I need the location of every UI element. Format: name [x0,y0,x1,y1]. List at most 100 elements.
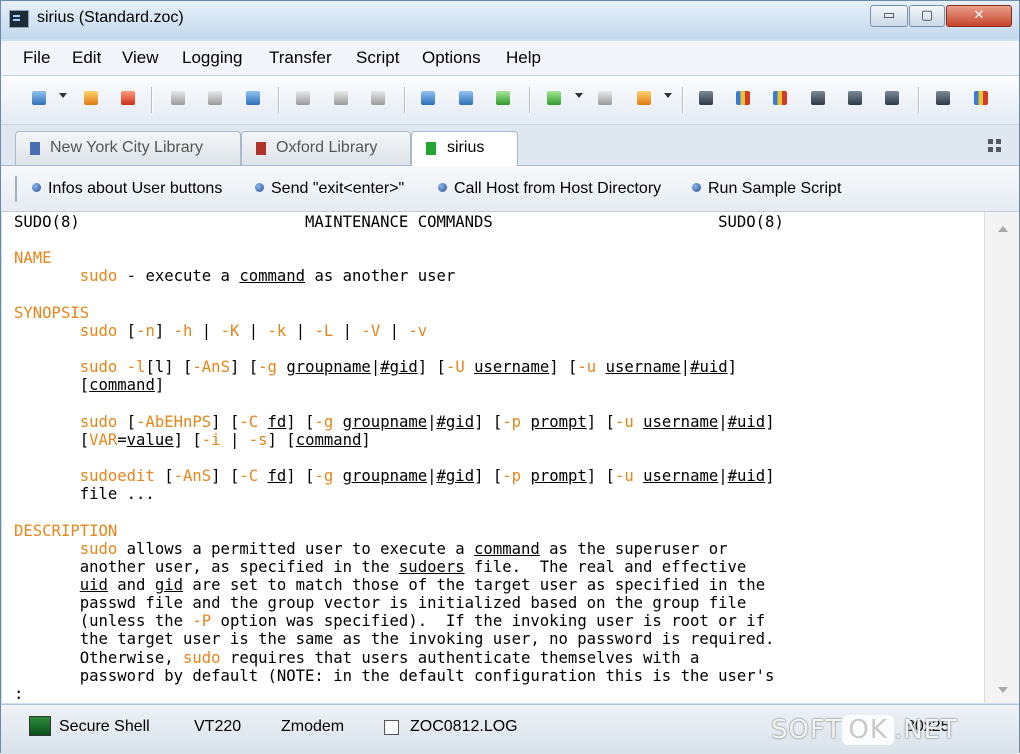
toolbar-separator [918,87,920,113]
status-emulation[interactable]: VT220 [194,718,241,736]
watermark-box: OK [842,715,894,745]
terminal-settings-icon[interactable] [731,86,755,110]
tab-sirius[interactable]: sirius [411,131,518,166]
menu-edit[interactable]: Edit [72,48,101,68]
colors-icon[interactable] [768,86,792,110]
terminal-line: : [14,684,24,703]
close-session-icon[interactable] [203,86,227,110]
session-icon [426,142,436,155]
user-button-infos[interactable]: Infos about User buttons [32,180,222,198]
watermark-prefix: SOFT [771,715,843,745]
menu-help[interactable]: Help [506,48,541,68]
menu-script[interactable]: Script [356,48,399,68]
bullet-icon [32,183,41,192]
menu-transfer[interactable]: Transfer [269,48,332,68]
terminal-screen[interactable]: SUDO(8) MAINTENANCE COMMANDS SUDO(8) NAME… [2,212,984,703]
watermark-suffix: .NET [893,715,958,745]
terminal-line: sudoedit [-AnS] [-C fd] [-g groupname|#g… [79,467,775,486]
close-button[interactable]: ✕ [946,5,1012,27]
user-button-call-host[interactable]: Call Host from Host Directory [438,180,661,198]
upload-icon[interactable] [454,86,478,110]
status-transfer-protocol[interactable]: Zmodem [281,718,344,736]
user-button-label: Run Sample Script [708,180,842,197]
status-log-file[interactable]: ZOC0812.LOG [410,718,518,736]
tab-label: New York City Library [50,139,203,156]
user-button-bar: Infos about User buttons Send "exit<ente… [1,166,1019,212]
user-button-run-sample-script[interactable]: Run Sample Script [692,180,841,198]
user-button-send-exit[interactable]: Send "exit<enter>" [255,180,404,198]
printer-icon[interactable] [366,86,390,110]
user-button-label: Call Host from Host Directory [454,180,662,197]
grip-handle[interactable] [15,176,17,202]
maximize-button[interactable]: ▢ [909,5,945,27]
menu-options[interactable]: Options [422,48,481,68]
scroll-up-arrow-icon[interactable] [998,226,1008,232]
session-list-icon[interactable] [241,86,265,110]
emulation-settings-icon[interactable] [880,86,904,110]
scroll-down-arrow-icon[interactable] [998,687,1008,693]
toolbar [1,76,1019,125]
host-directory-icon[interactable] [79,86,103,110]
title-bar[interactable]: sirius (Standard.zoc) ▭ ▢ ✕ [1,1,1019,39]
stop-icon[interactable] [593,86,617,110]
toolbar-separator [278,87,280,113]
logging-checkbox[interactable] [384,720,399,735]
terminal-line: sudo [-AbEHnPS] [-C fd] [-g groupname|#g… [79,412,775,431]
terminal-line: sudo allows a permitted user to execute … [79,539,728,558]
keyboard-icon[interactable] [806,86,830,110]
edit-script-icon[interactable] [632,86,656,110]
session-tab-bar: New York City Library Oxford Library sir… [1,125,1019,166]
file-transfer-settings-icon[interactable] [843,86,867,110]
terminal-line: sudo -l[l] [-AnS] [-g groupname|#gid] [-… [79,358,738,377]
transfer-icon[interactable] [491,86,515,110]
session-profile-icon[interactable] [694,86,718,110]
connect-icon[interactable] [27,86,51,110]
connect-dropdown-arrow-icon[interactable] [59,93,67,98]
toolbar-separator [404,87,406,113]
terminal-line: SUDO(8) MAINTENANCE COMMANDS SUDO(8) [14,213,784,231]
terminal-app-icon[interactable] [9,10,29,28]
tab-oxford-library[interactable]: Oxford Library [241,131,411,165]
edit-script-dropdown-arrow-icon[interactable] [664,93,672,98]
session-icon [256,142,266,155]
options-icon[interactable] [931,86,955,110]
menu-file[interactable]: File [23,48,50,68]
tab-label: Oxford Library [276,139,378,156]
status-connection-type[interactable]: Secure Shell [59,718,150,736]
tab-overview-grid-icon[interactable] [988,139,1001,152]
vertical-scrollbar[interactable] [984,212,1019,703]
terminal-line: SYNOPSIS [14,303,90,322]
copy-icon[interactable] [291,86,315,110]
paste-icon[interactable] [329,86,353,110]
terminal-line: another user, as specified in the sudoer… [14,557,747,576]
terminal-line: Otherwise, sudo requires that users auth… [14,648,700,667]
terminal-line: uid and gid are set to match those of th… [79,576,766,594]
menu-view[interactable]: View [122,48,159,68]
menu-bar: File Edit View Logging Transfer Script O… [1,41,1019,76]
terminal-line: NAME [14,249,52,268]
toolbar-separator [529,87,531,113]
run-script-dropdown-arrow-icon[interactable] [575,93,583,98]
terminal-line: [command] [14,376,165,395]
bullet-icon [438,183,447,192]
terminal-line: the target user is the same as the invok… [14,630,775,649]
toolbar-separator [682,87,684,113]
secure-shell-icon [29,716,51,736]
terminal-line: password by default (NOTE: in the defaul… [14,666,775,685]
terminal-line: sudo - execute a command as another user [79,267,456,286]
print-screen-icon[interactable] [166,86,190,110]
menu-logging[interactable]: Logging [182,48,243,68]
watermark-logo: SOFT OK .NET [771,715,958,745]
app-window: sirius (Standard.zoc) ▭ ▢ ✕ File Edit Vi… [0,0,1020,754]
run-script-icon[interactable] [542,86,566,110]
user-button-label: Infos about User buttons [48,180,223,197]
status-bar: Secure Shell VT220 Zmodem ZOC0812.LOG 80… [1,704,1019,754]
download-icon[interactable] [416,86,440,110]
terminal-line: [VAR=value] [-i | -s] [command] [14,430,371,449]
minimize-button[interactable]: ▭ [870,5,908,27]
bullet-icon [255,183,264,192]
terminal-line: (unless the -P option was specified). If… [14,612,766,631]
program-settings-icon[interactable] [969,86,993,110]
tab-new-york-city-library[interactable]: New York City Library [15,131,241,165]
disconnect-icon[interactable] [116,86,140,110]
